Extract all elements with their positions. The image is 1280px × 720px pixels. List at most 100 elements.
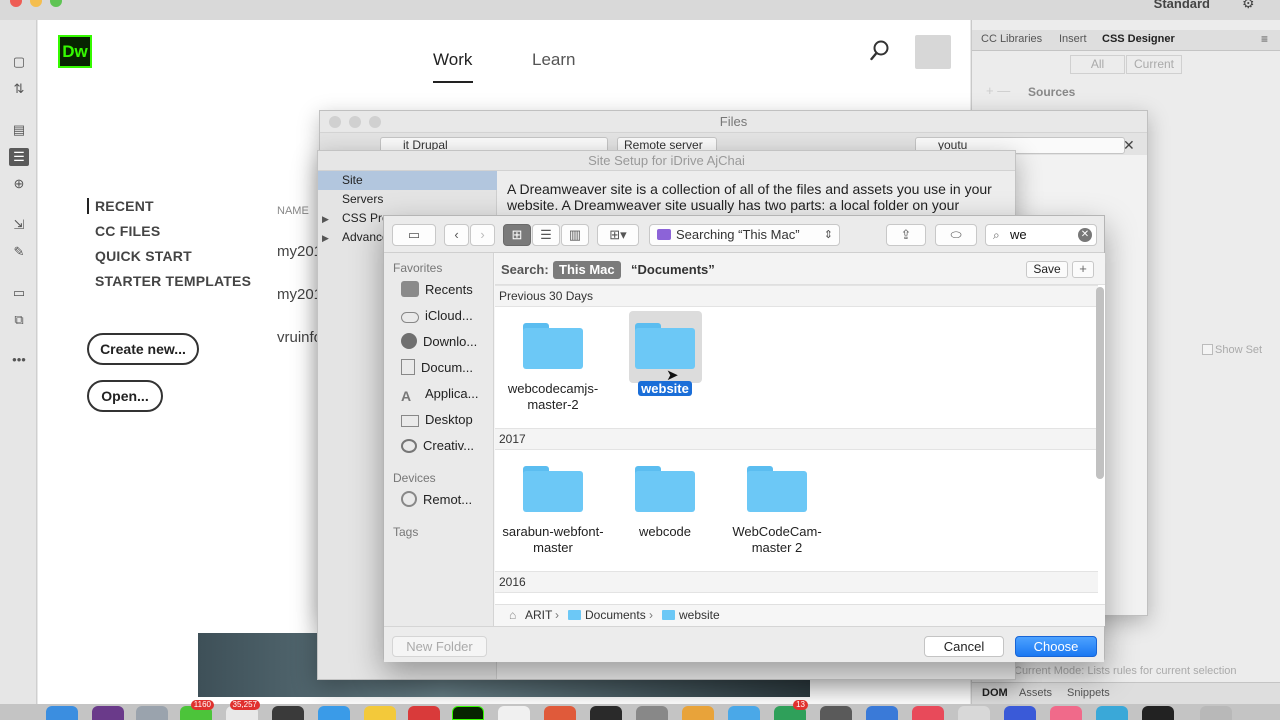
trash-icon[interactable] (1200, 706, 1232, 720)
recent-file[interactable]: my201 (277, 243, 322, 260)
dock-app-icon[interactable] (92, 706, 124, 720)
close-window-icon[interactable] (10, 0, 22, 7)
path-segment[interactable]: Documents (585, 605, 646, 625)
wand-icon[interactable]: ✎ (9, 243, 29, 261)
dock-app-icon[interactable] (46, 706, 78, 720)
dock-app-icon[interactable]: 13 (774, 700, 808, 720)
dock-app-icon[interactable] (452, 706, 484, 720)
dock-app-icon[interactable] (590, 706, 622, 720)
sidebar-item-downloads[interactable]: Downlo... (401, 332, 477, 352)
list-view-icon[interactable]: ☰ (532, 224, 560, 246)
panel-menu-icon[interactable]: ≡ (1261, 32, 1268, 46)
share-icon[interactable]: ⇪ (886, 224, 926, 246)
workspace-switcher[interactable]: Standard (1154, 0, 1210, 11)
document-icon[interactable]: ▢ (9, 53, 29, 71)
inspect-icon[interactable]: ⊕ (9, 175, 29, 193)
chevron-right-icon[interactable]: ▶ (322, 233, 329, 244)
files-zoom-dot-icon[interactable] (369, 116, 381, 128)
cancel-button[interactable]: Cancel (924, 636, 1004, 657)
scope-this-mac-button[interactable]: This Mac (553, 261, 621, 279)
path-segment[interactable]: ARIT (525, 605, 552, 625)
scope-documents-button[interactable]: “Documents” (631, 262, 715, 277)
zoom-window-icon[interactable] (50, 0, 62, 7)
dock-app-icon[interactable] (408, 706, 440, 720)
folder-item[interactable]: sarabun-webfont-master (498, 466, 608, 556)
back-icon[interactable]: ‹ (444, 224, 469, 246)
dock-app-icon[interactable] (136, 706, 168, 720)
dock-app-icon[interactable] (636, 706, 668, 720)
folder-item[interactable]: webcode (610, 466, 720, 540)
filter-current-button[interactable]: Current (1126, 55, 1182, 74)
nav-work[interactable]: Work (433, 50, 472, 70)
add-source-icon[interactable]: + — (986, 83, 1010, 98)
sidebar-item-cc-files[interactable]: CC FILES (95, 223, 160, 239)
dock-app-icon[interactable] (1050, 706, 1082, 720)
dock-app-icon[interactable] (272, 706, 304, 720)
dock-app-icon[interactable] (544, 706, 576, 720)
clear-search-icon[interactable]: ✕ (1078, 228, 1092, 242)
folder-item[interactable]: WebCodeCam-master 2 (722, 466, 832, 556)
tab-dom[interactable]: DOM (982, 687, 1008, 699)
dock-app-icon[interactable] (682, 706, 714, 720)
comment-icon[interactable]: ▭ (9, 284, 29, 302)
dock-app-icon[interactable] (912, 706, 944, 720)
dock-app-icon[interactable] (728, 706, 760, 720)
files-minimize-dot-icon[interactable] (349, 116, 361, 128)
dock-app-icon[interactable]: 35,257 (226, 700, 260, 720)
files-search-clear-icon[interactable]: ✕ (1123, 137, 1135, 154)
minimize-window-icon[interactable] (30, 0, 42, 7)
tab-snippets[interactable]: Snippets (1067, 687, 1110, 699)
sidebar-item-servers[interactable]: Servers (342, 192, 383, 206)
sidebar-item-starter-templates[interactable]: STARTER TEMPLATES (95, 273, 251, 289)
dock-app-icon[interactable] (866, 706, 898, 720)
more-tools-icon[interactable]: ••• (9, 351, 29, 369)
recent-file[interactable]: vruinfo (277, 329, 322, 346)
snippet-icon[interactable]: ⧉ (9, 311, 29, 329)
sidebar-item-documents[interactable]: Docum... (401, 358, 473, 378)
icon-view-icon[interactable]: ⊞ (503, 224, 531, 246)
choose-button[interactable]: Choose (1015, 636, 1097, 657)
search-input[interactable]: ⌕ we ✕ (985, 224, 1097, 246)
column-view-icon[interactable]: ▥ (561, 224, 589, 246)
sidebar-item-recents[interactable]: Recents (401, 280, 473, 300)
tab-cc-libraries[interactable]: CC Libraries (981, 33, 1042, 45)
avatar[interactable] (915, 35, 951, 69)
tab-assets[interactable]: Assets (1019, 687, 1052, 699)
tab-css-designer[interactable]: CSS Designer (1102, 33, 1175, 45)
nav-learn[interactable]: Learn (532, 50, 575, 70)
forward-icon[interactable]: › (470, 224, 495, 246)
new-folder-button[interactable]: New Folder (392, 636, 487, 657)
dock-app-icon[interactable] (1096, 706, 1128, 720)
dock-app-icon[interactable] (1142, 706, 1174, 720)
sidebar-item-site[interactable]: Site (342, 173, 363, 187)
folder-item[interactable]: webcodecamjs-master-2 (498, 323, 608, 413)
sidebar-item-recent[interactable]: RECENT (95, 198, 154, 214)
create-new-button[interactable]: Create new... (87, 333, 199, 365)
dock-app-icon[interactable] (364, 706, 396, 720)
chevron-right-icon[interactable]: ▶ (322, 214, 329, 225)
dock-app-icon[interactable]: 1160 (180, 700, 214, 720)
results-scrollbar[interactable] (1096, 287, 1104, 479)
expand-icon[interactable]: ⇲ (9, 216, 29, 234)
arrange-icon[interactable]: ⊞▾ (597, 224, 639, 246)
tag-icon[interactable]: ⬭ (935, 224, 977, 246)
dock-app-icon[interactable] (820, 706, 852, 720)
dock-app-icon[interactable] (318, 706, 350, 720)
search-icon[interactable] (870, 40, 890, 62)
location-select[interactable]: Searching “This Mac” ⇕ (649, 224, 840, 246)
sidebar-item-creative-cloud[interactable]: Creativ... (401, 436, 474, 456)
tab-insert[interactable]: Insert (1059, 33, 1087, 45)
sidebar-item-remote-disc[interactable]: Remot... (401, 490, 472, 510)
gear-icon[interactable]: ⚙ (1242, 0, 1255, 12)
files-close-dot-icon[interactable] (329, 116, 341, 128)
sidebar-toggle-icon[interactable]: ▭ (392, 224, 436, 246)
dock-app-icon[interactable] (498, 706, 530, 720)
dock-app-icon[interactable] (958, 706, 990, 720)
add-criteria-button[interactable]: + (1072, 261, 1094, 278)
file-transfer-icon[interactable]: ⇅ (9, 80, 29, 98)
dock-app-icon[interactable] (1004, 706, 1036, 720)
open-button[interactable]: Open... (87, 380, 163, 412)
filter-all-button[interactable]: All (1070, 55, 1125, 74)
path-segment[interactable]: website (679, 605, 720, 625)
show-set-checkbox[interactable] (1202, 344, 1213, 355)
